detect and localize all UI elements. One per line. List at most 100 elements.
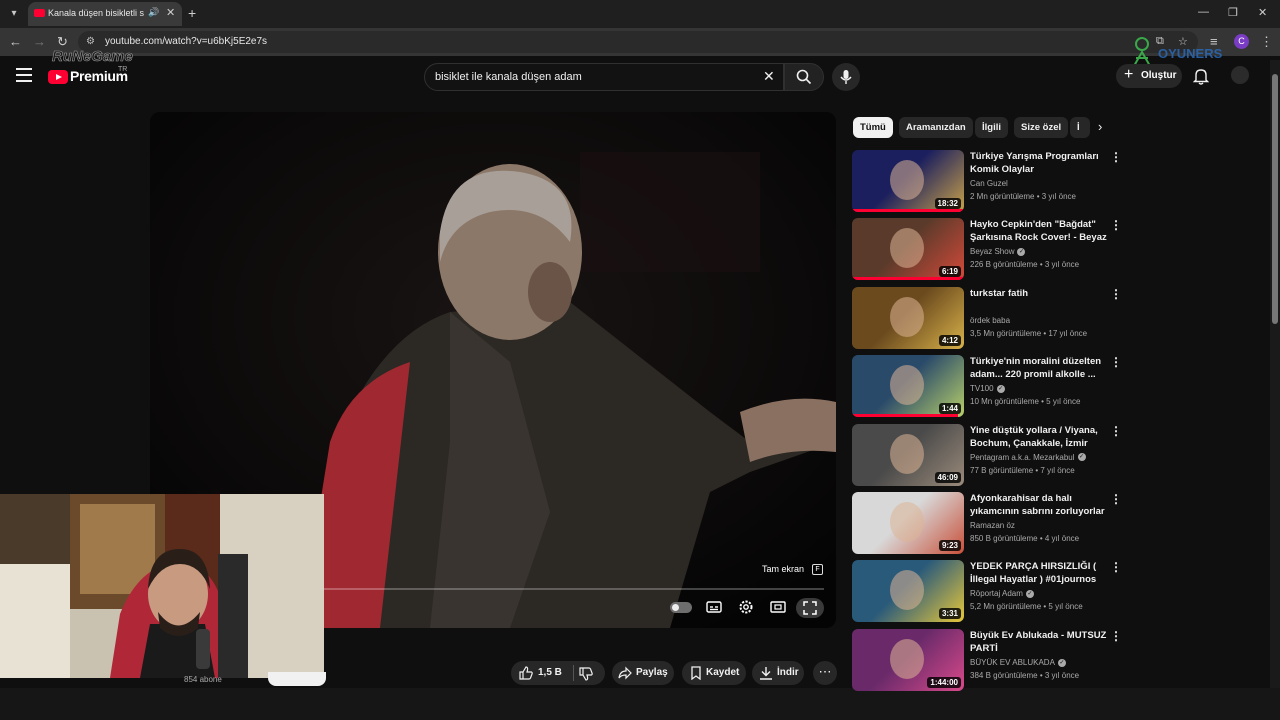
rec-title[interactable]: YEDEK PARÇA HIRSIZLIĞI ( İllegal Hayatla… bbox=[970, 560, 1108, 586]
rec-thumbnail[interactable]: 4:12 bbox=[852, 286, 964, 349]
rec-thumbnail[interactable]: 1:44 bbox=[852, 355, 964, 418]
account-avatar[interactable] bbox=[1231, 66, 1249, 84]
rec-channel[interactable]: Pentagram a.k.a. Mezarkabul ✓ bbox=[970, 453, 1086, 462]
new-tab-icon[interactable]: + bbox=[188, 5, 196, 21]
region-code: TR bbox=[118, 66, 128, 73]
duration-badge: 18:32 bbox=[934, 198, 961, 209]
back-icon[interactable]: ← bbox=[9, 34, 22, 49]
minimize-icon[interactable]: — bbox=[1198, 6, 1209, 18]
rec-meta: 3,5 Mn görüntüleme • 17 yıl önce bbox=[970, 328, 1088, 338]
youtube-logo-icon[interactable] bbox=[48, 70, 68, 84]
settings-gear-icon[interactable] bbox=[737, 598, 755, 616]
rec-thumbnail[interactable]: 1:44:00 bbox=[852, 628, 964, 691]
verified-check-icon: ✓ bbox=[996, 385, 1005, 394]
rec-more-options-icon[interactable]: ⋮ bbox=[1110, 629, 1122, 643]
watched-progress bbox=[852, 414, 959, 418]
rec-thumbnail[interactable]: 3:31 bbox=[852, 560, 964, 623]
rec-more-options-icon[interactable]: ⋮ bbox=[1110, 355, 1122, 369]
more-actions-icon[interactable]: ⋯ bbox=[813, 661, 837, 685]
subscribe-button[interactable] bbox=[268, 672, 326, 686]
rec-channel[interactable]: Can Guzel bbox=[970, 179, 1008, 188]
rec-title[interactable]: Türkiye Yarışma Programları Komik Olayla… bbox=[970, 150, 1108, 176]
restore-icon[interactable]: ❐ bbox=[1228, 6, 1238, 19]
rec-channel[interactable]: Ramazan öz bbox=[970, 521, 1015, 530]
scrollbar-thumb[interactable] bbox=[1272, 74, 1278, 324]
search-query[interactable]: bisiklet ile kanala düşen adam bbox=[435, 71, 582, 83]
autoplay-toggle[interactable] bbox=[670, 602, 692, 613]
microphone-icon bbox=[840, 70, 852, 84]
rec-thumbnail[interactable]: 18:32 bbox=[852, 150, 964, 212]
chip-2[interactable]: İlgili bbox=[975, 117, 1008, 138]
rec-title[interactable]: Türkiye'nin moralini düzelten adam... 22… bbox=[970, 355, 1108, 381]
rec-thumbnail[interactable]: 46:09 bbox=[852, 423, 964, 486]
rec-channel[interactable]: Röportaj Adam ✓ bbox=[970, 589, 1034, 598]
thumbnail-figure bbox=[890, 365, 924, 406]
chip-0[interactable]: Tümü bbox=[853, 117, 893, 138]
create-button[interactable]: + Oluştur bbox=[1116, 64, 1182, 88]
rec-item[interactable]: 1:44:00 Büyük Ev Ablukada - MUTSUZ PARTİ B… bbox=[852, 628, 1122, 691]
tab-list-icon[interactable]: ▾ bbox=[6, 6, 22, 22]
close-tab-icon[interactable]: ✕ bbox=[166, 6, 175, 19]
search-icon bbox=[796, 69, 812, 85]
forward-icon[interactable]: → bbox=[33, 34, 46, 49]
search-button[interactable] bbox=[784, 63, 824, 91]
thumbnail-figure bbox=[890, 296, 924, 337]
site-info-icon[interactable]: ⚙ bbox=[86, 36, 95, 47]
duration-badge: 6:19 bbox=[938, 266, 961, 278]
rec-item[interactable]: 4:12 turkstar fatih ördek baba 3,5 Mn görün… bbox=[852, 286, 1122, 349]
rec-item[interactable]: 1:44 Türkiye'nin moralini düzelten adam..… bbox=[852, 355, 1122, 418]
rec-more-options-icon[interactable]: ⋮ bbox=[1110, 560, 1122, 574]
like-count[interactable]: 1,5 B bbox=[538, 667, 562, 678]
address-bar[interactable]: ⚙ youtube.com/watch?v=u6bKj5E2e7s ⧉ ☆ bbox=[78, 31, 1198, 53]
chevron-right-icon[interactable]: › bbox=[1098, 119, 1102, 134]
rec-thumbnail[interactable]: 6:19 bbox=[852, 218, 964, 281]
profile-avatar[interactable]: C bbox=[1234, 34, 1249, 49]
duration-badge: 4:12 bbox=[938, 334, 961, 346]
rec-channel[interactable]: ördek baba bbox=[970, 316, 1010, 325]
subtitles-icon[interactable] bbox=[705, 598, 723, 616]
fullscreen-tooltip: Tam ekran bbox=[762, 564, 805, 574]
chip-3[interactable]: Size özel bbox=[1014, 117, 1069, 138]
browser-menu-icon[interactable]: ⋮ bbox=[1260, 34, 1273, 50]
fullscreen-button[interactable] bbox=[796, 598, 824, 618]
rec-title[interactable]: turkstar fatih bbox=[970, 287, 1108, 300]
rec-more-options-icon[interactable]: ⋮ bbox=[1110, 424, 1122, 438]
rec-item[interactable]: 3:31 YEDEK PARÇA HIRSIZLIĞI ( İllegal Hay… bbox=[852, 560, 1122, 623]
page-scrollbar[interactable] bbox=[1270, 60, 1280, 688]
dislike-thumb-icon[interactable] bbox=[579, 667, 593, 681]
voice-search-button[interactable] bbox=[832, 63, 860, 91]
chip-4[interactable]: İ bbox=[1070, 117, 1090, 138]
notifications-bell-icon[interactable] bbox=[1193, 68, 1209, 85]
clear-search-icon[interactable]: ✕ bbox=[763, 68, 775, 85]
share-button[interactable]: Paylaş bbox=[612, 661, 674, 685]
rec-item[interactable]: 18:32 Türkiye Yarışma Programları Komik O… bbox=[852, 150, 1122, 212]
window-close-icon[interactable]: ✕ bbox=[1258, 6, 1267, 19]
save-button[interactable]: Kaydet bbox=[682, 661, 746, 685]
url-text[interactable]: youtube.com/watch?v=u6bKj5E2e7s bbox=[105, 36, 267, 47]
rec-more-options-icon[interactable]: ⋮ bbox=[1110, 287, 1122, 301]
rec-item[interactable]: 9:23 Afyonkarahisar da halı yıkamcının sa… bbox=[852, 492, 1122, 554]
streamer-watermark-left: RuNeGame bbox=[52, 48, 133, 66]
download-button[interactable]: İndir bbox=[752, 661, 804, 685]
rec-thumbnail[interactable]: 9:23 bbox=[852, 492, 964, 554]
thumbnail-figure bbox=[890, 502, 924, 542]
rec-title[interactable]: Büyük Ev Ablukada - MUTSUZ PARTİ bbox=[970, 629, 1108, 655]
rec-channel[interactable]: Beyaz Show ✓ bbox=[970, 247, 1026, 256]
browser-tab-active[interactable]: Kanala düşen bisikletli sarhoş 🔊 ✕ bbox=[28, 2, 182, 26]
chip-1[interactable]: Aramanızdan bbox=[899, 117, 973, 138]
rec-item[interactable]: 6:19 Hayko Cepkin'den "Bağdat" Şarkısına … bbox=[852, 218, 1122, 281]
rec-title[interactable]: Yine düştük yollara / Viyana, Bochum, Ça… bbox=[970, 424, 1108, 450]
rec-title[interactable]: Afyonkarahisar da halı yıkamcının sabrın… bbox=[970, 492, 1108, 518]
rec-more-options-icon[interactable]: ⋮ bbox=[1110, 150, 1122, 164]
rec-channel[interactable]: BÜYÜK EV ABLUKADA ✓ bbox=[970, 658, 1066, 667]
rec-title[interactable]: Hayko Cepkin'den "Bağdat" Şarkısına Rock… bbox=[970, 218, 1108, 244]
rec-more-options-icon[interactable]: ⋮ bbox=[1110, 492, 1122, 506]
speaker-icon[interactable]: 🔊 bbox=[148, 7, 159, 18]
rec-more-options-icon[interactable]: ⋮ bbox=[1110, 218, 1122, 232]
search-input[interactable]: bisiklet ile kanala düşen adam ✕ bbox=[424, 63, 784, 91]
hamburger-menu-icon[interactable] bbox=[16, 68, 32, 82]
rec-channel[interactable]: TV100 ✓ bbox=[970, 384, 1005, 393]
theater-mode-icon[interactable] bbox=[769, 598, 787, 616]
like-thumb-icon[interactable] bbox=[519, 666, 533, 680]
rec-item[interactable]: 46:09 Yine düştük yollara / Viyana, Bochu… bbox=[852, 423, 1122, 486]
